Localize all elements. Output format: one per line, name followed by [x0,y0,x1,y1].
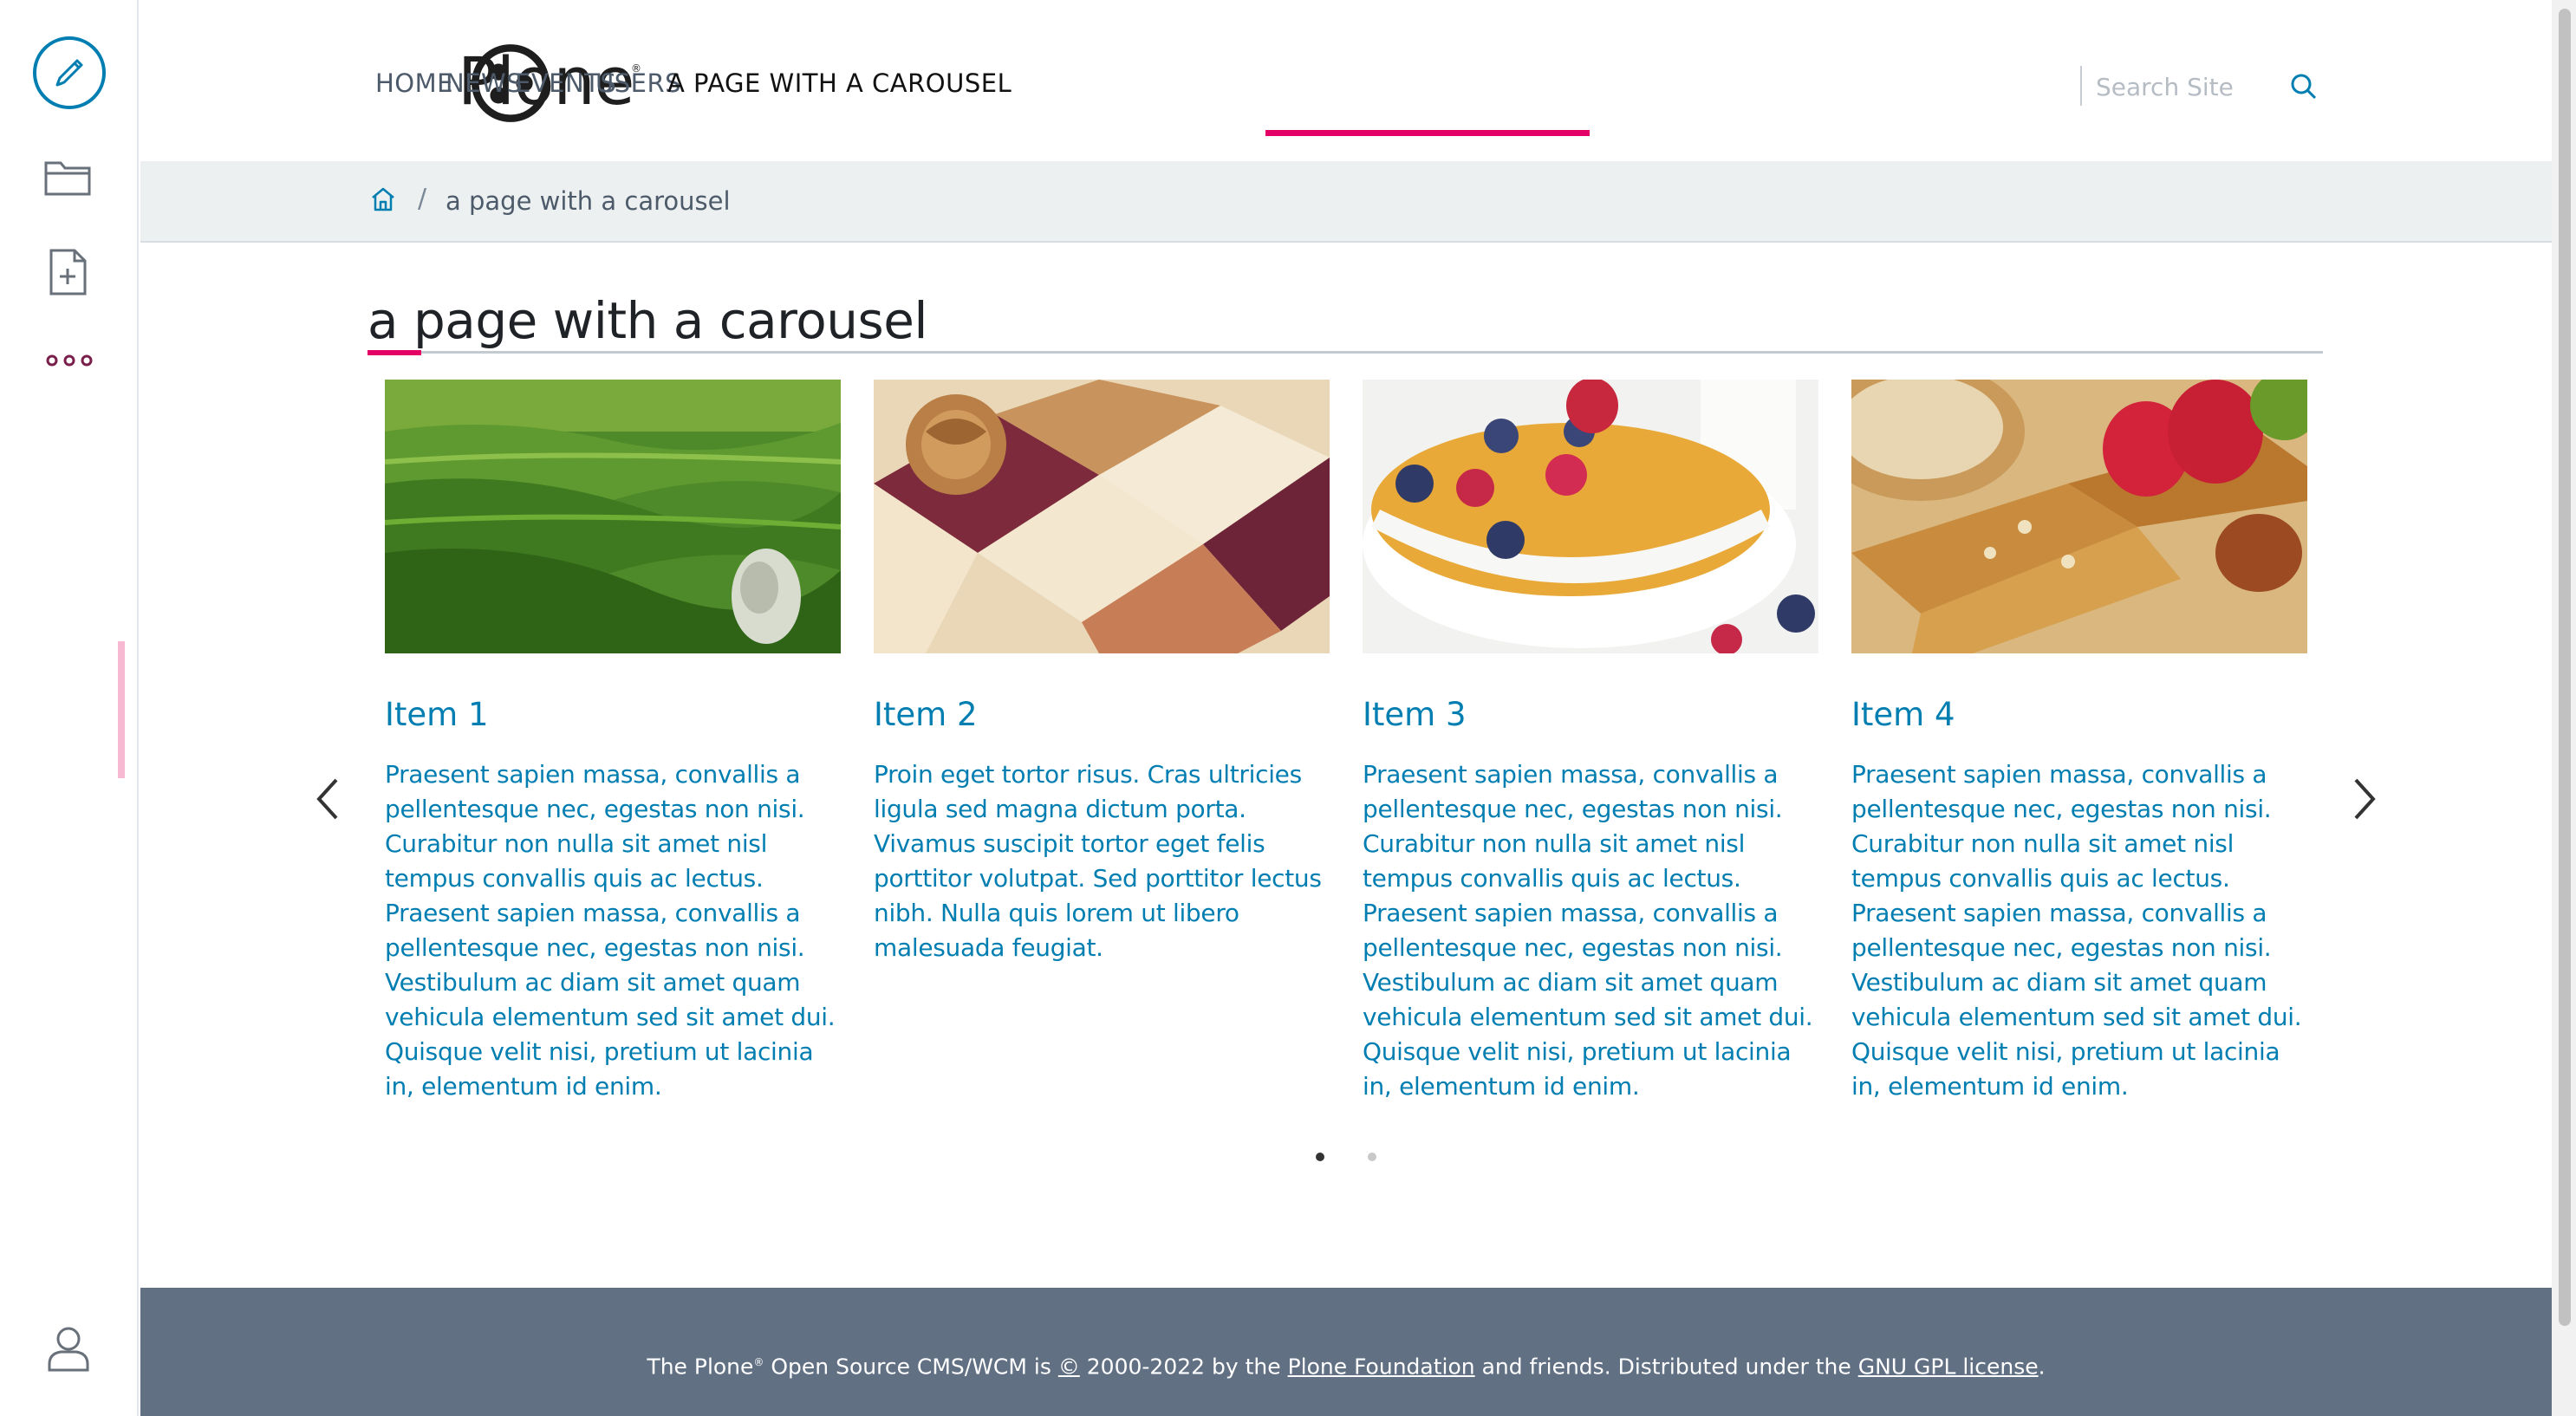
carousel-item-text: Praesent sapien massa, convallis a pelle… [385,760,836,1101]
chevron-right-icon [2354,778,2376,820]
breadcrumb-current: a page with a carousel [446,186,731,216]
search-input[interactable] [2094,66,2288,107]
breadcrumb-separator: / [418,184,427,214]
cereal-bowl-image [1363,380,1818,653]
breadcrumb-home[interactable] [368,184,399,218]
folder-icon [44,161,91,196]
edit-button[interactable] [33,36,106,109]
active-nav-indicator [1265,130,1590,136]
plone-foundation-link[interactable]: Plone Foundation [1288,1354,1475,1379]
nav-home[interactable]: HOME [375,66,453,101]
footer-text: 2000-2022 by the [1079,1354,1288,1380]
toolbar [0,0,139,1416]
carousel-item-title[interactable]: Item 2 [874,693,978,737]
site-header: Plone ® HOME NEWS EVENTS USERS A PAGE WI… [140,0,2576,161]
toolbar-indicator [118,641,125,778]
contents-button[interactable] [43,156,92,201]
page-scrollbar[interactable] [2552,0,2576,1416]
scrollbar-thumb[interactable] [2559,9,2571,1326]
carousel-item-title[interactable]: Item 1 [385,693,489,737]
carousel-dot[interactable] [1368,1153,1376,1161]
carousel-item-text: Proin eget tortor risus. Cras ultricies … [874,760,1322,962]
tea-plantation-image [385,380,841,653]
home-icon [372,187,394,211]
footer-registered: ® [753,1356,764,1368]
breadcrumb: / a page with a carousel [140,161,2552,243]
title-accent [368,350,421,355]
add-button[interactable] [49,248,88,300]
page-title: a page with a carousel [368,291,928,350]
chevron-left-icon [316,778,338,820]
add-document-icon [49,249,87,296]
carousel-item-text: Praesent sapien massa, convallis a pelle… [1363,760,1813,1101]
carousel-next-button[interactable] [2345,773,2384,825]
footer-text: . [2038,1354,2046,1380]
user-icon [48,1327,89,1372]
search-button[interactable] [2287,69,2321,104]
carousel-prev-button[interactable] [309,773,347,825]
carousel-item-title[interactable]: Item 3 [1363,693,1467,737]
footer-text: and friends. Distributed under the [1474,1354,1858,1380]
copyright-link[interactable]: © [1058,1354,1080,1379]
nav-a-page-with-a-carousel[interactable]: A PAGE WITH A CAROUSEL [667,66,1012,101]
search-icon [2291,74,2317,100]
pencil-icon [55,59,83,87]
granola-bars-image [1851,380,2307,653]
title-divider [368,351,2323,354]
carousel-dot-active[interactable] [1316,1153,1324,1161]
footer-copyright: The Plone® Open Source CMS/WCM is © 2000… [140,1347,2552,1382]
footer-text: Open Source CMS/WCM is [764,1354,1058,1380]
search-divider [2080,66,2082,106]
gpl-license-link[interactable]: GNU GPL license [1858,1354,2039,1379]
more-button[interactable] [45,352,94,373]
carousel-item-text: Praesent sapien massa, convallis a pelle… [1851,760,2302,1101]
site-footer: The Plone® Open Source CMS/WCM is © 2000… [140,1288,2552,1416]
nav-news[interactable]: NEWS [446,66,523,101]
personal-tools-button[interactable] [47,1324,90,1376]
footer-text: The Plone [647,1354,754,1380]
carousel-item-title[interactable]: Item 4 [1851,693,1955,737]
more-icon [46,354,93,367]
walnut-bars-image [874,380,1330,653]
